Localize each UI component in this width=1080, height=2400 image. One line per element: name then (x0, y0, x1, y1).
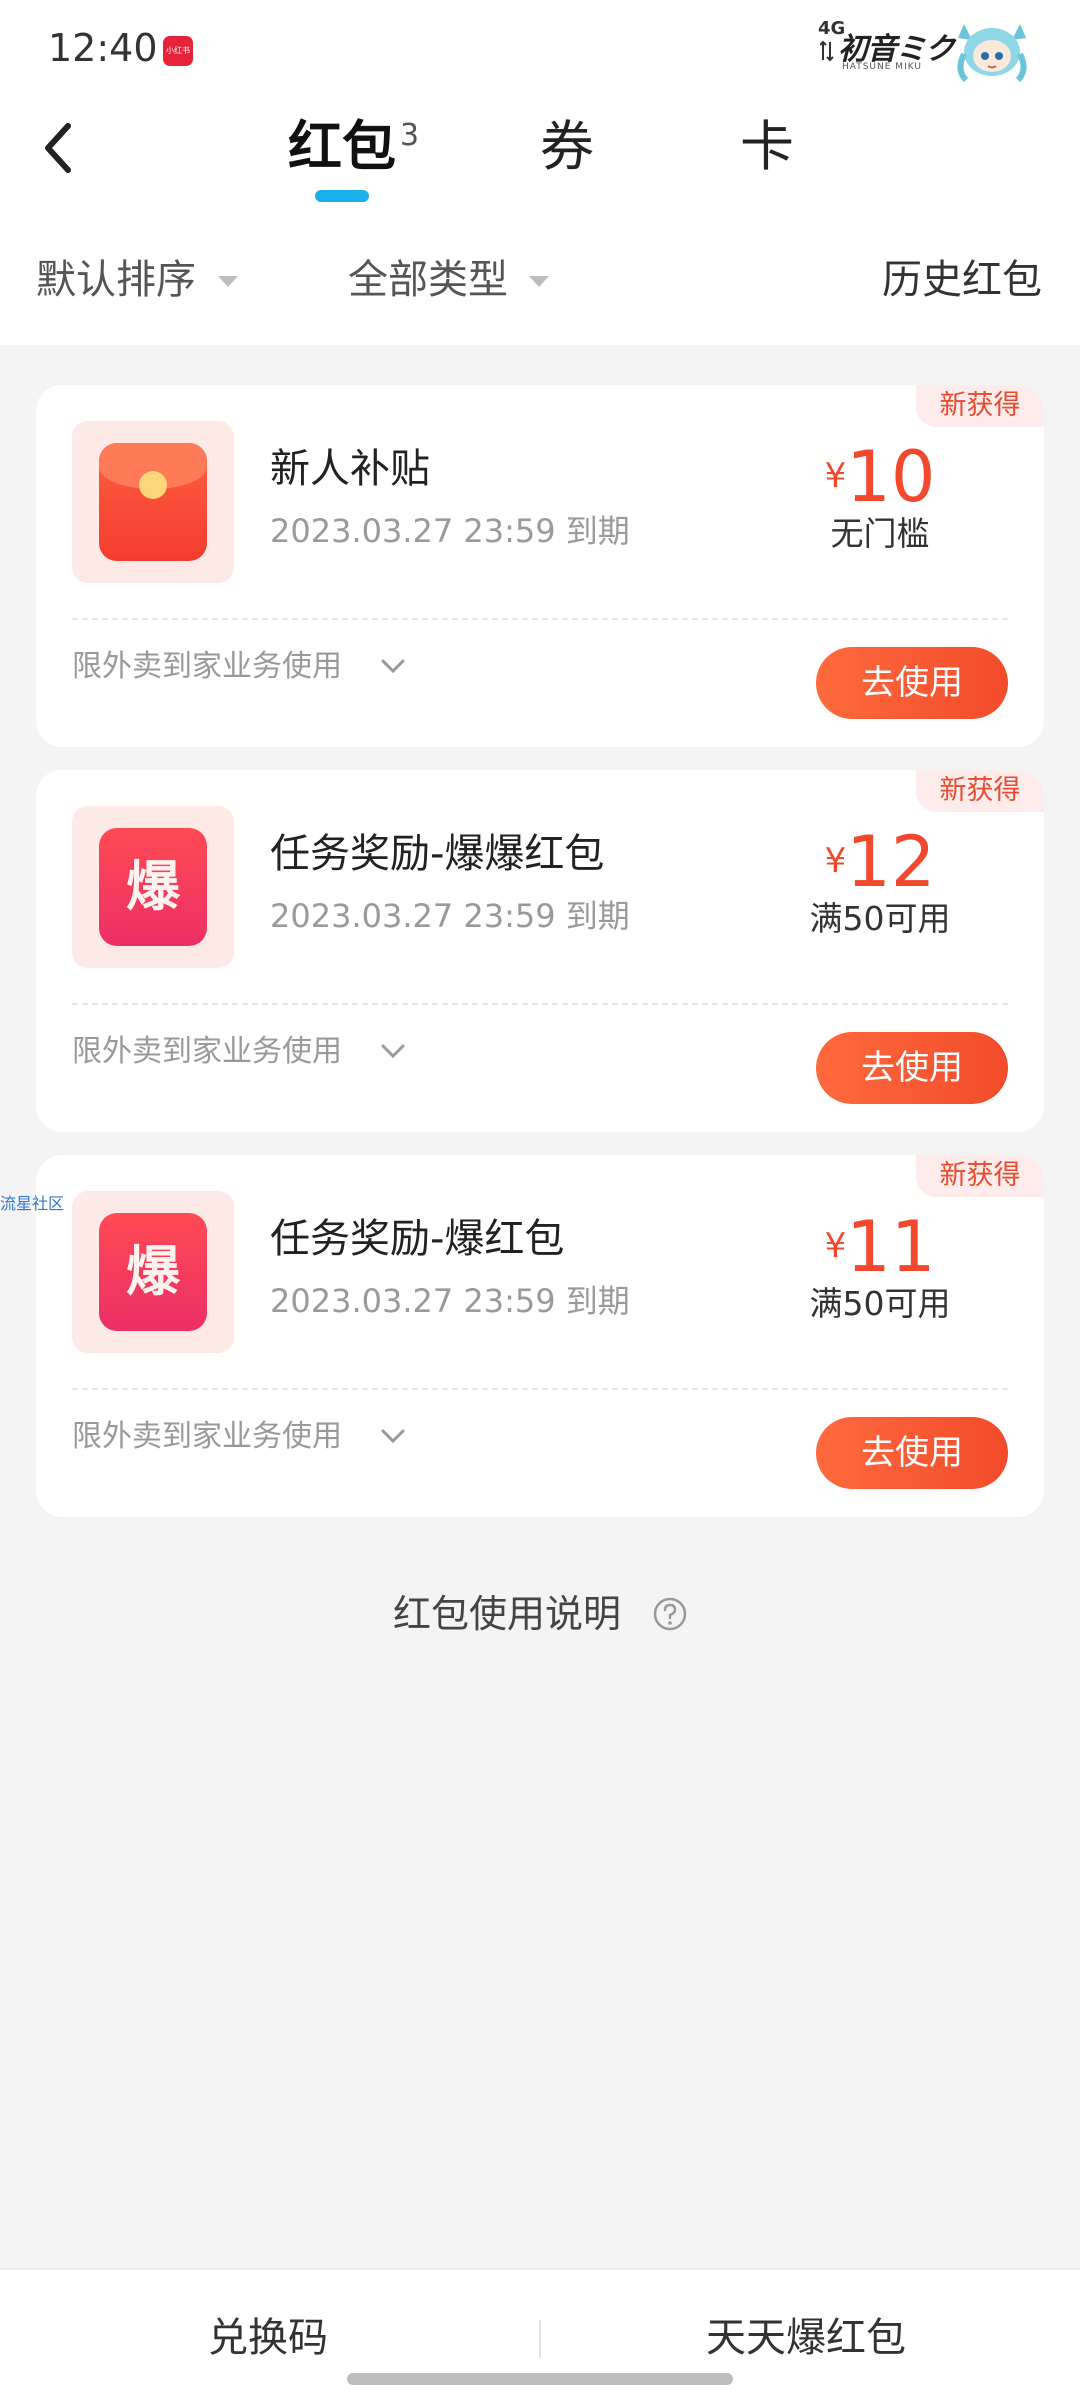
chevron-down-icon[interactable] (380, 1427, 406, 1445)
amount-value: 11 (846, 1206, 936, 1288)
card-title: 任务奖励-爆爆红包 (270, 831, 605, 877)
history-hongbao-link[interactable]: 历史红包 (882, 252, 1042, 308)
amount-condition: 满50可用 (809, 899, 951, 938)
app-badge-icon: 小红书 (163, 36, 193, 66)
card-icon-frame: 爆 (72, 806, 234, 968)
watermark-text: 流星社区 (0, 1194, 65, 1213)
bottom-divider (539, 2320, 541, 2358)
card-title: 新人补贴 (270, 446, 430, 492)
envelope-seal (139, 471, 167, 499)
tab-ka[interactable]: 卡 (740, 112, 794, 182)
chevron-down-icon[interactable] (380, 1042, 406, 1060)
chevron-down-icon[interactable] (380, 657, 406, 675)
new-badge: 新获得 (916, 770, 1044, 812)
card-divider (72, 1003, 1008, 1005)
card-amount: ¥10 (780, 435, 980, 519)
tab-hongbao[interactable]: 红包 (288, 112, 396, 182)
daily-hongbao-button[interactable]: 天天爆红包 (706, 2310, 906, 2366)
hongbao-card: 新获得 爆 任务奖励-爆爆红包 2023.03.27 23:59 到期 ¥12 … (36, 770, 1044, 1132)
hongbao-card: 新获得 新人补贴 2023.03.27 23:59 到期 ¥10 无门槛 限外卖… (36, 385, 1044, 747)
tab-quan[interactable]: 券 (540, 112, 594, 182)
new-badge: 新获得 (916, 1155, 1044, 1197)
signal-icon (820, 40, 834, 62)
question-icon[interactable] (652, 1596, 688, 1632)
amount-condition: 无门槛 (830, 514, 930, 553)
amount-condition: 满50可用 (809, 1284, 951, 1323)
amount-value: 12 (846, 821, 936, 903)
use-button[interactable]: 去使用 (816, 647, 1008, 719)
bao-icon: 爆 (99, 828, 207, 946)
mascot-icon (957, 24, 1027, 83)
red-envelope-icon (99, 443, 207, 561)
card-scope[interactable]: 限外卖到家业务使用 (72, 645, 342, 689)
card-title: 任务奖励-爆红包 (270, 1216, 565, 1262)
card-scope[interactable]: 限外卖到家业务使用 (72, 1415, 342, 1459)
card-scope[interactable]: 限外卖到家业务使用 (72, 1030, 342, 1074)
new-badge: 新获得 (916, 385, 1044, 427)
card-expiry: 2023.03.27 23:59 到期 (270, 1282, 630, 1320)
amount-value: 10 (846, 436, 936, 518)
use-button[interactable]: 去使用 (816, 1417, 1008, 1489)
card-expiry: 2023.03.27 23:59 到期 (270, 512, 630, 550)
card-expiry: 2023.03.27 23:59 到期 (270, 897, 630, 935)
tab-hongbao-count: 3 (400, 118, 420, 153)
back-icon[interactable] (40, 118, 80, 178)
use-button[interactable]: 去使用 (816, 1032, 1008, 1104)
card-amount: ¥11 (780, 1205, 980, 1289)
hongbao-usage-help[interactable]: 红包使用说明 (393, 1588, 621, 1640)
active-tab-indicator (315, 190, 369, 202)
type-caret-icon (529, 276, 549, 287)
card-icon-frame (72, 421, 234, 583)
card-amount: ¥12 (780, 820, 980, 904)
card-divider (72, 1388, 1008, 1390)
card-icon-frame: 爆 (72, 1191, 234, 1353)
card-divider (72, 618, 1008, 620)
bao-icon: 爆 (99, 1213, 207, 1331)
status-time: 12:40 (48, 26, 158, 70)
type-filter[interactable]: 全部类型 (348, 252, 508, 308)
redeem-code-button[interactable]: 兑换码 (208, 2310, 328, 2366)
currency-symbol: ¥ (824, 456, 847, 496)
home-indicator[interactable] (347, 2373, 733, 2385)
sort-caret-icon (218, 276, 238, 287)
currency-symbol: ¥ (824, 841, 847, 881)
currency-symbol: ¥ (824, 1226, 847, 1266)
sort-filter[interactable]: 默认排序 (36, 252, 196, 308)
hongbao-card: 新获得 爆 任务奖励-爆红包 2023.03.27 23:59 到期 ¥11 满… (36, 1155, 1044, 1517)
status-brand-sub: HATSUNE MIKU (842, 62, 922, 72)
